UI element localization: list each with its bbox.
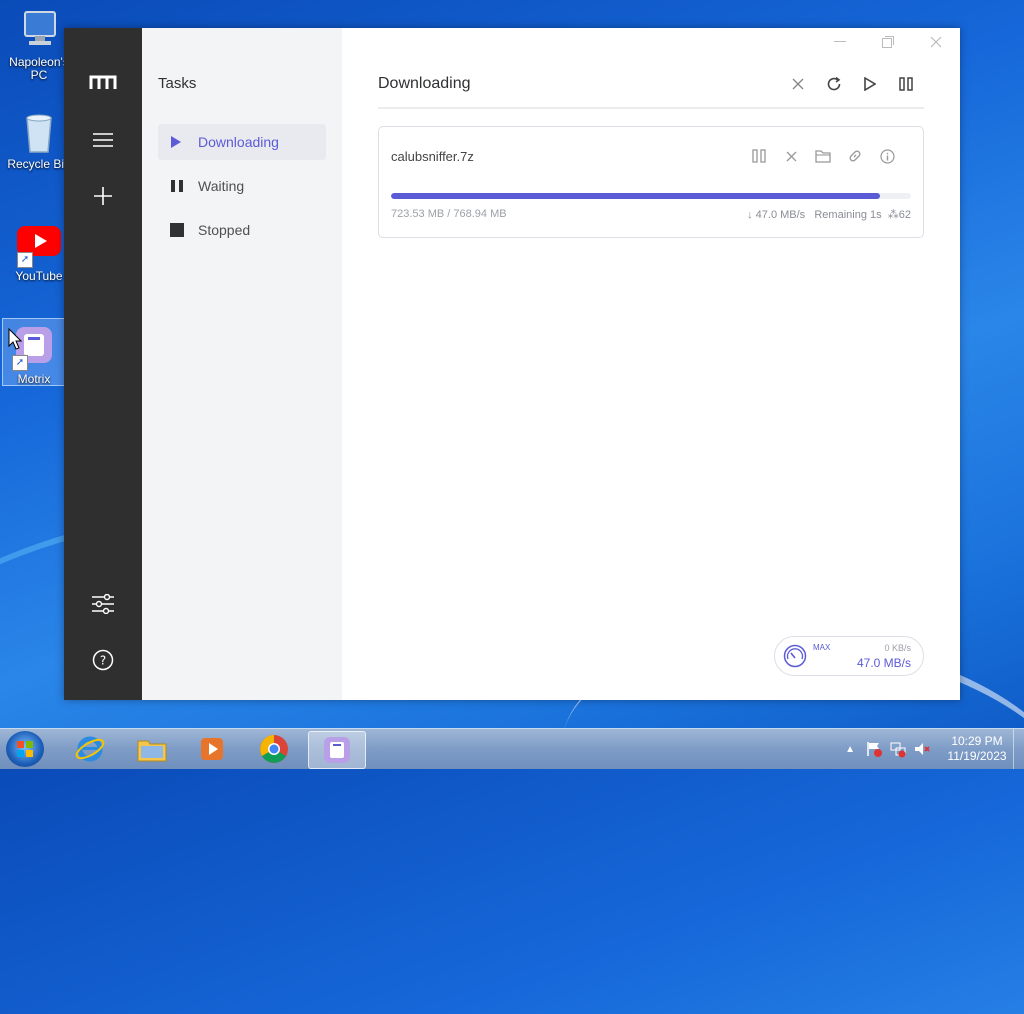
taskbar-internet-explorer[interactable] <box>62 731 118 767</box>
task-filter-label: Waiting <box>198 178 245 194</box>
shortcut-arrow-icon: ➚ <box>12 355 28 371</box>
task-toolbar <box>780 72 924 96</box>
show-desktop-button[interactable] <box>1013 729 1024 769</box>
download-speed: 47.0 MB/s <box>856 656 911 670</box>
refresh-button[interactable] <box>816 72 852 96</box>
connections-count: 62 <box>898 209 911 221</box>
panel-title: Tasks <box>158 75 197 92</box>
close-window-button[interactable] <box>912 28 960 56</box>
upload-speed: 0 KB/s <box>884 643 911 653</box>
youtube-icon: ➚ <box>17 222 61 268</box>
play-icon <box>170 135 198 149</box>
copy-link-button[interactable] <box>839 145 871 167</box>
download-progress-bar <box>391 193 911 199</box>
taskbar-media-player[interactable] <box>184 731 240 767</box>
maximize-button[interactable] <box>864 28 912 56</box>
show-hidden-icons-icon[interactable]: ▲ <box>845 744 855 755</box>
task-actions <box>743 145 903 167</box>
task-list-panel: Tasks Downloading Waiting Stopped <box>142 28 342 700</box>
motrix-window: ? Tasks Downloading Waiting Stopped Down… <box>64 28 960 700</box>
speedometer[interactable]: MAX 0 KB/s 47.0 MB/s <box>774 636 924 676</box>
nav-rail: ? <box>64 28 142 700</box>
taskbar: ▲ 10:29 PM 11/19/2023 <box>0 728 1024 769</box>
speed-max-label: MAX <box>813 643 831 652</box>
chrome-icon <box>260 735 288 763</box>
window-controls <box>816 28 960 56</box>
network-icon[interactable] <box>889 740 907 758</box>
mouse-cursor-icon <box>8 328 22 350</box>
task-filter-waiting[interactable]: Waiting <box>158 168 326 204</box>
desktop-icon-label: Recycle Bin <box>7 157 71 171</box>
task-filter-stopped[interactable]: Stopped <box>158 212 326 248</box>
main-panel: Downloading calubsniffer.7z 723.53 MB / … <box>342 28 960 700</box>
resume-all-button[interactable] <box>852 72 888 96</box>
task-info-button[interactable] <box>871 145 903 167</box>
pause-icon <box>170 179 198 193</box>
preferences-icon[interactable] <box>83 584 123 624</box>
taskbar-chrome[interactable] <box>246 731 302 767</box>
taskbar-explorer[interactable] <box>124 731 180 767</box>
stop-icon <box>170 223 198 237</box>
clock-time: 10:29 PM <box>951 734 1003 748</box>
pause-task-button[interactable] <box>743 145 775 167</box>
motrix-logo-icon[interactable] <box>83 63 123 103</box>
help-icon[interactable]: ? <box>83 640 123 680</box>
delete-task-button[interactable] <box>775 145 807 167</box>
title-divider <box>378 107 924 109</box>
minimize-button[interactable] <box>816 28 864 56</box>
internet-explorer-icon <box>75 736 105 762</box>
media-player-icon <box>201 738 223 760</box>
system-tray: ▲ 10:29 PM 11/19/2023 <box>845 729 1024 769</box>
shortcut-arrow-icon: ➚ <box>17 252 33 268</box>
task-filter-label: Stopped <box>198 222 251 238</box>
delete-tasks-button[interactable] <box>780 72 816 96</box>
page-title: Downloading <box>378 75 471 92</box>
motrix-icon <box>324 737 350 763</box>
task-stats: ↓ 47.0 MB/s Remaining 1s ⁂62 <box>747 208 911 221</box>
speedometer-icon <box>783 644 807 668</box>
desktop-icon-label: YouTube <box>15 269 63 283</box>
task-filter-downloading[interactable]: Downloading <box>158 124 326 160</box>
pause-all-button[interactable] <box>888 72 924 96</box>
computer-icon <box>17 8 61 52</box>
task-filename: calubsniffer.7z <box>391 149 474 164</box>
desktop-icon-label: Motrix <box>17 372 51 386</box>
connections-icon: ⁂ <box>887 209 899 221</box>
taskbar-motrix[interactable] <box>308 731 366 769</box>
menu-icon[interactable] <box>83 120 123 160</box>
progress-fill <box>391 193 881 199</box>
start-button[interactable] <box>6 731 44 767</box>
recycle-bin-icon <box>17 110 61 154</box>
remaining-time-text: Remaining 1s <box>814 209 882 221</box>
download-task-card[interactable]: calubsniffer.7z 723.53 MB / 768.94 MB ↓ … <box>378 126 924 238</box>
volume-muted-icon[interactable] <box>913 740 931 758</box>
task-filter-label: Downloading <box>198 134 279 150</box>
action-center-flag-icon[interactable] <box>865 740 883 758</box>
desktop-icon-label: Napoleon's PC <box>9 55 69 82</box>
windows-logo-icon <box>17 741 33 757</box>
task-size-text: 723.53 MB / 768.94 MB <box>391 208 507 220</box>
svg-text:?: ? <box>100 654 106 668</box>
clock-date: 11/19/2023 <box>947 749 1007 763</box>
add-task-icon[interactable] <box>83 176 123 216</box>
clock[interactable]: 10:29 PM 11/19/2023 <box>941 734 1013 764</box>
folder-icon <box>137 740 167 762</box>
download-speed-text: ↓ 47.0 MB/s <box>747 209 806 221</box>
open-folder-button[interactable] <box>807 145 839 167</box>
